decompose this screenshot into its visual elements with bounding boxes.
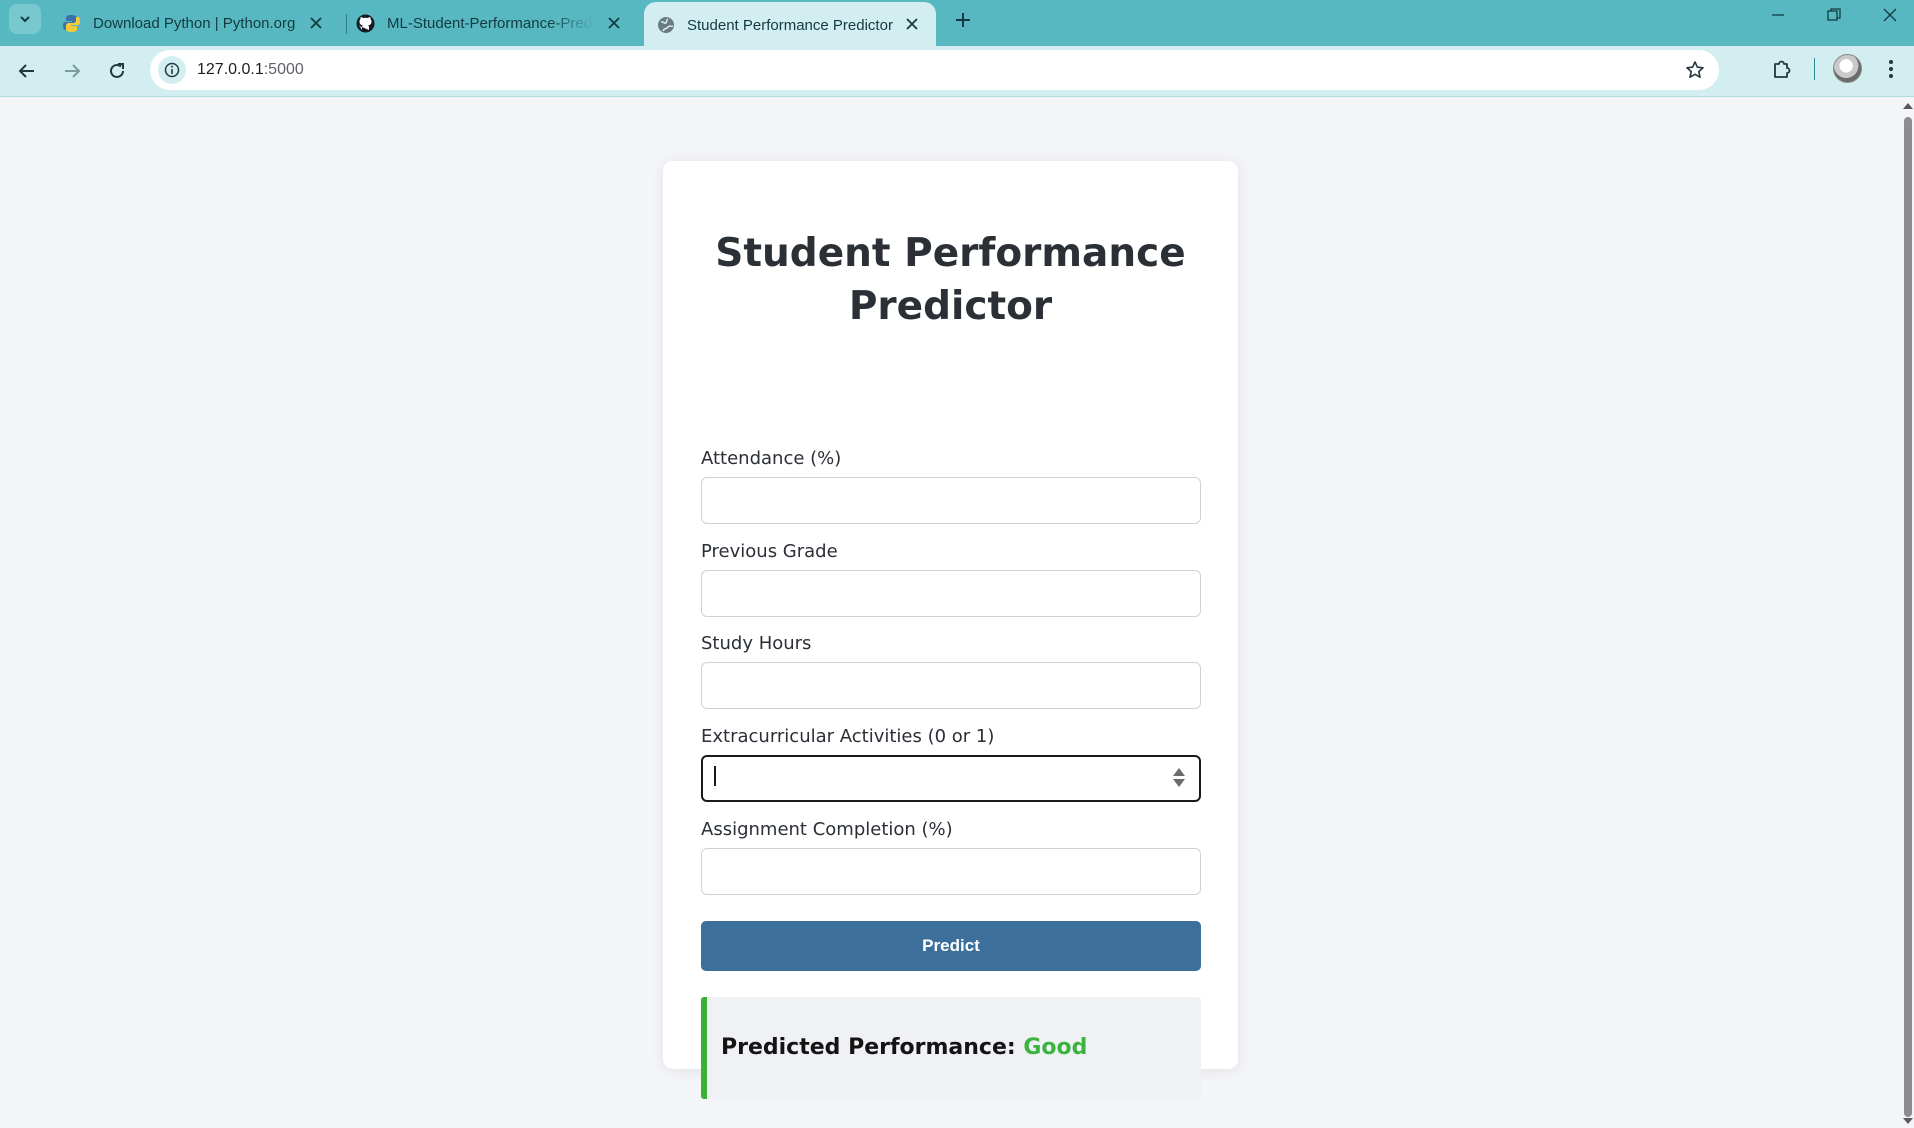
url-port: :5000 <box>263 61 304 78</box>
python-icon <box>62 14 81 33</box>
previous-grade-input[interactable] <box>701 570 1201 617</box>
more-vert-icon <box>1889 60 1893 78</box>
scroll-thumb[interactable] <box>1904 117 1912 1117</box>
reload-icon <box>110 63 124 78</box>
extensions-button[interactable] <box>1768 56 1796 82</box>
back-button[interactable] <box>10 54 44 88</box>
result-prefix: Predicted Performance: <box>721 1035 1016 1060</box>
address-bar[interactable]: 127.0.0.1:5000 <box>150 50 1719 90</box>
browser-menu-button[interactable] <box>1879 56 1903 82</box>
tab-github-repo[interactable]: ML-Student-Performance-Predictor <box>356 0 638 46</box>
restore-icon <box>1827 8 1841 21</box>
attendance-label: Attendance (%) <box>701 448 842 469</box>
browser-toolbar: 127.0.0.1:5000 <box>0 46 1914 96</box>
url-text: 127.0.0.1:5000 <box>197 61 304 79</box>
restore-button[interactable] <box>1806 0 1862 30</box>
attendance-input[interactable] <box>701 477 1201 524</box>
minimize-button[interactable] <box>1750 0 1806 30</box>
close-window-button[interactable] <box>1862 0 1914 30</box>
previous-grade-label: Previous Grade <box>701 541 838 562</box>
close-icon[interactable] <box>604 13 624 33</box>
number-spinner[interactable] <box>1172 766 1186 790</box>
assignment-completion-label: Assignment Completion (%) <box>701 819 953 840</box>
close-icon <box>1883 8 1897 22</box>
tab-separator <box>346 14 347 34</box>
prediction-result: Predicted Performance: Good <box>701 997 1201 1099</box>
site-info-button[interactable] <box>158 56 186 84</box>
tab-strip: Download Python | Python.org ML-Student-… <box>0 0 1914 48</box>
page-scrollbar[interactable] <box>1900 97 1914 1128</box>
bookmark-button[interactable] <box>1683 58 1707 82</box>
spinner-down-icon[interactable] <box>1173 779 1185 787</box>
plus-icon <box>956 13 970 27</box>
new-tab-button[interactable] <box>948 5 978 35</box>
forward-button[interactable] <box>55 54 89 88</box>
tab-python-org[interactable]: Download Python | Python.org <box>62 0 340 46</box>
star-icon <box>1686 61 1704 78</box>
extracurricular-input[interactable] <box>701 755 1201 802</box>
url-host: 127.0.0.1 <box>197 61 264 78</box>
tab-title: Student Performance Predictor <box>687 16 893 34</box>
result-text: Predicted Performance: Good <box>721 1035 1087 1060</box>
globe-icon <box>656 16 675 35</box>
close-icon[interactable] <box>306 13 326 33</box>
github-icon <box>356 14 375 33</box>
minimize-icon <box>1772 14 1784 16</box>
spinner-up-icon[interactable] <box>1173 768 1185 776</box>
tab-title: Download Python | Python.org <box>93 14 296 32</box>
text-caret <box>714 766 716 786</box>
arrow-left-icon <box>18 64 34 78</box>
info-icon <box>164 62 180 78</box>
puzzle-icon <box>1774 60 1791 78</box>
extracurricular-label: Extracurricular Activities (0 or 1) <box>701 726 995 747</box>
page-title: Student Performance Predictor <box>715 231 1186 329</box>
predictor-card: Student Performance Predictor Attendance… <box>663 161 1238 1099</box>
study-hours-input[interactable] <box>701 662 1201 709</box>
scroll-down-arrow-icon[interactable] <box>1903 1118 1913 1124</box>
assignment-completion-input[interactable] <box>701 848 1201 895</box>
tab-search-button[interactable] <box>9 4 41 34</box>
result-value: Good <box>1023 1035 1088 1060</box>
arrow-right-icon <box>65 64 81 78</box>
page-viewport: Student Performance Predictor Attendance… <box>0 97 1900 1128</box>
chevron-down-icon <box>20 16 30 23</box>
profile-avatar[interactable] <box>1833 54 1862 83</box>
scroll-up-arrow-icon[interactable] <box>1903 103 1913 109</box>
tab-student-performance-predictor[interactable]: Student Performance Predictor <box>644 2 936 48</box>
toolbar-separator <box>1814 58 1815 80</box>
close-icon[interactable] <box>902 14 922 34</box>
study-hours-label: Study Hours <box>701 633 812 654</box>
tab-title: ML-Student-Performance-Predictor <box>387 14 593 32</box>
reload-button[interactable] <box>100 54 134 88</box>
predict-button[interactable]: Predict <box>701 921 1201 971</box>
